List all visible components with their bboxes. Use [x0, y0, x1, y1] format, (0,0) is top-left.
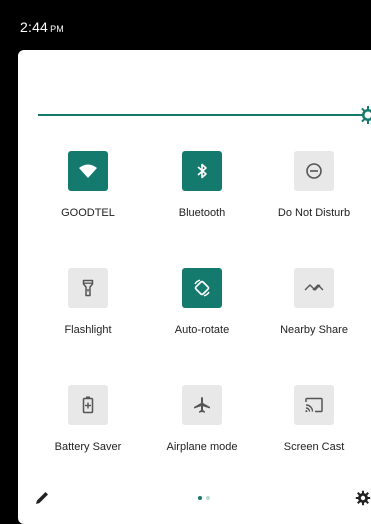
tile-label-wifi: GOODTEL [61, 207, 115, 219]
wifi-icon [79, 164, 97, 178]
airplane-mode-toggle[interactable] [182, 385, 222, 425]
page-indicator[interactable] [194, 496, 214, 502]
tile-label-screen-cast: Screen Cast [283, 441, 345, 453]
tile-bluetooth[interactable]: Bluetooth [152, 151, 252, 251]
page-dot-inactive[interactable] [206, 496, 210, 500]
tile-nearby-share[interactable]: Nearby Share [264, 268, 364, 368]
wifi-toggle[interactable] [68, 151, 108, 191]
airplane-icon [194, 397, 210, 413]
status-bar: 2:44 PM [0, 0, 371, 50]
tile-airplane-mode[interactable]: Airplane mode [152, 385, 252, 485]
clock-time: 2:44 [20, 19, 49, 35]
tile-label-nearby-share: Nearby Share [280, 324, 348, 336]
screen-cast-icon [305, 397, 323, 413]
battery-saver-toggle[interactable] [68, 385, 108, 425]
do-not-disturb-toggle[interactable] [294, 151, 334, 191]
nearby-share-icon [304, 284, 324, 291]
tile-screen-cast[interactable]: Screen Cast [264, 385, 364, 485]
battery-saver-icon [82, 396, 94, 414]
flashlight-toggle[interactable] [68, 268, 108, 308]
clock-ampm: PM [50, 24, 64, 34]
tile-flashlight[interactable]: Flashlight [38, 268, 138, 368]
tile-auto-rotate[interactable]: Auto-rotate [152, 268, 252, 368]
brightness-icon[interactable] [358, 105, 371, 125]
page-dot-active[interactable] [198, 496, 202, 500]
tile-label-do-not-disturb: Do Not Disturb [277, 207, 351, 219]
nearby-share-toggle[interactable] [294, 268, 334, 308]
tile-label-bluetooth: Bluetooth [178, 207, 226, 219]
tile-wifi[interactable]: GOODTEL [38, 151, 138, 251]
edit-pencil-icon[interactable] [34, 490, 50, 506]
bluetooth-toggle[interactable] [182, 151, 222, 191]
tile-do-not-disturb[interactable]: Do Not Disturb [264, 151, 364, 251]
do-not-disturb-icon [306, 163, 322, 179]
tile-label-airplane-mode: Airplane mode [166, 441, 238, 453]
quick-settings-panel: GOODTEL Bluetooth Do Not Disturb Flashli… [18, 50, 371, 524]
brightness-slider[interactable] [38, 106, 371, 124]
tile-label-battery-saver: Battery Saver [54, 441, 122, 453]
brightness-track[interactable] [38, 114, 366, 116]
auto-rotate-toggle[interactable] [182, 268, 222, 308]
tile-label-auto-rotate: Auto-rotate [174, 324, 230, 336]
tile-battery-saver[interactable]: Battery Saver [38, 385, 138, 485]
tile-label-flashlight: Flashlight [64, 324, 112, 336]
screen-cast-toggle[interactable] [294, 385, 334, 425]
clock: 2:44 PM [20, 19, 64, 35]
flashlight-icon [82, 279, 94, 297]
auto-rotate-icon [194, 279, 210, 297]
settings-gear-icon[interactable] [355, 490, 371, 506]
bluetooth-icon [197, 163, 207, 179]
